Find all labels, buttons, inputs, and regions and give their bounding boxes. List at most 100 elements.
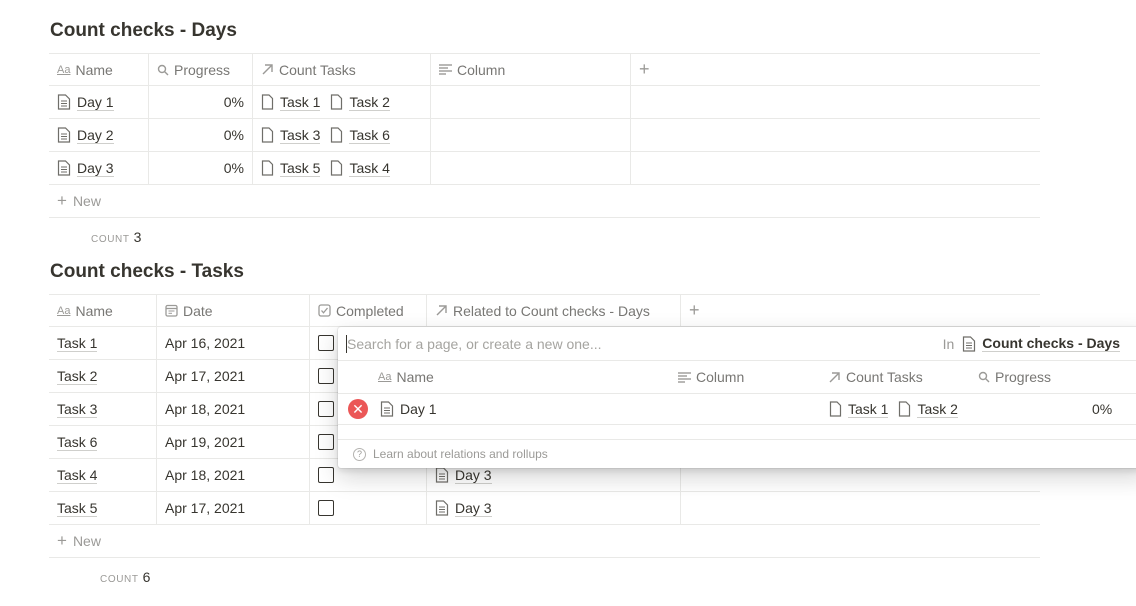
text-property-icon: Aa: [57, 63, 71, 76]
days-db-title[interactable]: Count checks - Days: [50, 20, 237, 42]
table-row[interactable]: Day 2 0% Task 3 Task 6: [49, 119, 1040, 152]
tasks-count[interactable]: COUNT 6: [100, 569, 151, 585]
page-icon: [331, 160, 343, 176]
source-db-name: Count checks - Days: [982, 335, 1120, 352]
close-icon: ✕: [348, 399, 368, 419]
row-count-tasks[interactable]: Task 1 Task 2: [253, 86, 431, 118]
completed-checkbox[interactable]: [318, 335, 334, 351]
task-link[interactable]: Task 2: [917, 401, 958, 418]
linked-page-name-text: Day 1: [400, 401, 437, 417]
source-db[interactable]: In Count checks - Days: [943, 335, 1130, 352]
row-name[interactable]: Day 1: [49, 86, 149, 118]
count-label: COUNT: [100, 574, 139, 585]
plus-icon: +: [639, 59, 650, 79]
page-icon: [261, 94, 274, 110]
row-date[interactable]: Apr 18, 2021: [157, 393, 310, 425]
linked-page-row[interactable]: ✕ Day 1 Task 1 Task 2 0%: [338, 393, 1136, 425]
row-name[interactable]: Task 1: [49, 327, 157, 359]
days-col-name-label: Name: [75, 61, 113, 78]
days-new-row-button[interactable]: + New: [49, 185, 1040, 218]
row-name[interactable]: Task 4: [49, 459, 157, 491]
related-day-link[interactable]: Day 3: [455, 467, 492, 484]
page-icon: [435, 467, 449, 483]
tasks-new-row-button[interactable]: + New: [49, 525, 1040, 558]
relation-help-link[interactable]: ? Learn about relations and rollups: [338, 439, 1136, 468]
days-add-column[interactable]: +: [631, 54, 1040, 85]
table-row[interactable]: Task 5 Apr 17, 2021 Day 3: [49, 492, 1040, 525]
row-completed[interactable]: [310, 492, 427, 524]
task-link[interactable]: Task 4: [349, 160, 390, 177]
task-link[interactable]: Task 2: [349, 94, 390, 111]
row-column[interactable]: [431, 86, 631, 118]
days-col-progress[interactable]: Progress: [149, 54, 253, 85]
in-label: In: [942, 335, 955, 352]
days-table: Aa Name Progress Count Tasks Column + Da…: [49, 53, 1040, 218]
calendar-icon: [165, 304, 178, 317]
days-col-count-tasks[interactable]: Count Tasks: [253, 54, 431, 85]
page-icon: [57, 94, 71, 110]
row-progress[interactable]: 0%: [149, 152, 253, 184]
row-name-text: Day 3: [77, 159, 114, 177]
task-link[interactable]: Task 6: [349, 127, 390, 144]
row-column[interactable]: [431, 152, 631, 184]
completed-checkbox[interactable]: [318, 434, 334, 450]
related-day-link[interactable]: Day 3: [455, 500, 492, 517]
row-related[interactable]: Day 3: [427, 492, 681, 524]
row-name[interactable]: Task 6: [49, 426, 157, 458]
row-count-tasks[interactable]: Task 3 Task 6: [253, 119, 431, 151]
tasks-col-name[interactable]: Aa Name: [49, 295, 157, 326]
remove-relation-button[interactable]: ✕: [348, 394, 368, 424]
page-icon: [331, 127, 343, 143]
tasks-header-row: Aa Name Date Completed Related to Count …: [49, 294, 1040, 327]
task-link[interactable]: Task 1: [280, 94, 321, 111]
help-text: Learn about relations and rollups: [373, 447, 548, 461]
task-link[interactable]: Task 1: [848, 401, 889, 418]
page-icon: [261, 160, 274, 176]
row-name[interactable]: Task 2: [49, 360, 157, 392]
days-count[interactable]: COUNT 3: [91, 229, 142, 245]
task-link[interactable]: Task 3: [280, 127, 321, 144]
row-name[interactable]: Task 5: [49, 492, 157, 524]
days-col-column-label: Column: [457, 61, 506, 78]
relation-search-input[interactable]: [347, 335, 907, 352]
new-label: New: [72, 193, 101, 209]
days-col-progress-label: Progress: [174, 61, 231, 78]
linked-page-name[interactable]: Day 1: [380, 394, 447, 424]
days-col-column[interactable]: Column: [431, 54, 631, 85]
days-col-name[interactable]: Aa Name: [49, 54, 149, 85]
tasks-col-completed[interactable]: Completed: [310, 295, 427, 326]
row-count-tasks[interactable]: Task 5 Task 4: [253, 152, 431, 184]
table-row[interactable]: Day 3 0% Task 5 Task 4: [49, 152, 1040, 185]
tasks-add-column[interactable]: +: [681, 295, 1040, 326]
row-progress[interactable]: 0%: [149, 86, 253, 118]
completed-checkbox[interactable]: [318, 500, 334, 516]
help-icon: ?: [353, 447, 366, 461]
row-date[interactable]: Apr 17, 2021: [157, 492, 310, 524]
row-name[interactable]: Day 2: [49, 119, 149, 151]
tasks-col-related[interactable]: Related to Count checks - Days: [427, 295, 681, 326]
tasks-db-title[interactable]: Count checks - Tasks: [50, 261, 244, 283]
completed-checkbox[interactable]: [318, 467, 334, 483]
row-column[interactable]: [431, 119, 631, 151]
arrow-up-right-icon: [828, 371, 841, 384]
row-progress[interactable]: 0%: [149, 119, 253, 151]
row-name[interactable]: Task 3: [49, 393, 157, 425]
completed-checkbox[interactable]: [318, 401, 334, 417]
row-name-text: Task 1: [57, 334, 98, 352]
completed-checkbox[interactable]: [318, 368, 334, 384]
search-icon: [157, 64, 169, 76]
row-date[interactable]: Apr 16, 2021: [157, 327, 310, 359]
text-lines-icon: [678, 371, 691, 383]
checkbox-icon: [318, 304, 331, 317]
task-link[interactable]: Task 5: [280, 160, 321, 177]
count-label: COUNT: [91, 234, 130, 245]
row-date[interactable]: Apr 19, 2021: [157, 426, 310, 458]
table-row[interactable]: Day 1 0% Task 1 Task 2: [49, 86, 1040, 119]
tasks-col-date[interactable]: Date: [157, 295, 310, 326]
row-date[interactable]: Apr 18, 2021: [157, 459, 310, 491]
row-name[interactable]: Day 3: [49, 152, 149, 184]
row-date[interactable]: Apr 17, 2021: [157, 360, 310, 392]
popup-col-name: Aa Name: [378, 369, 434, 385]
row-name-text: Task 2: [57, 367, 98, 385]
page-icon: [899, 401, 911, 417]
